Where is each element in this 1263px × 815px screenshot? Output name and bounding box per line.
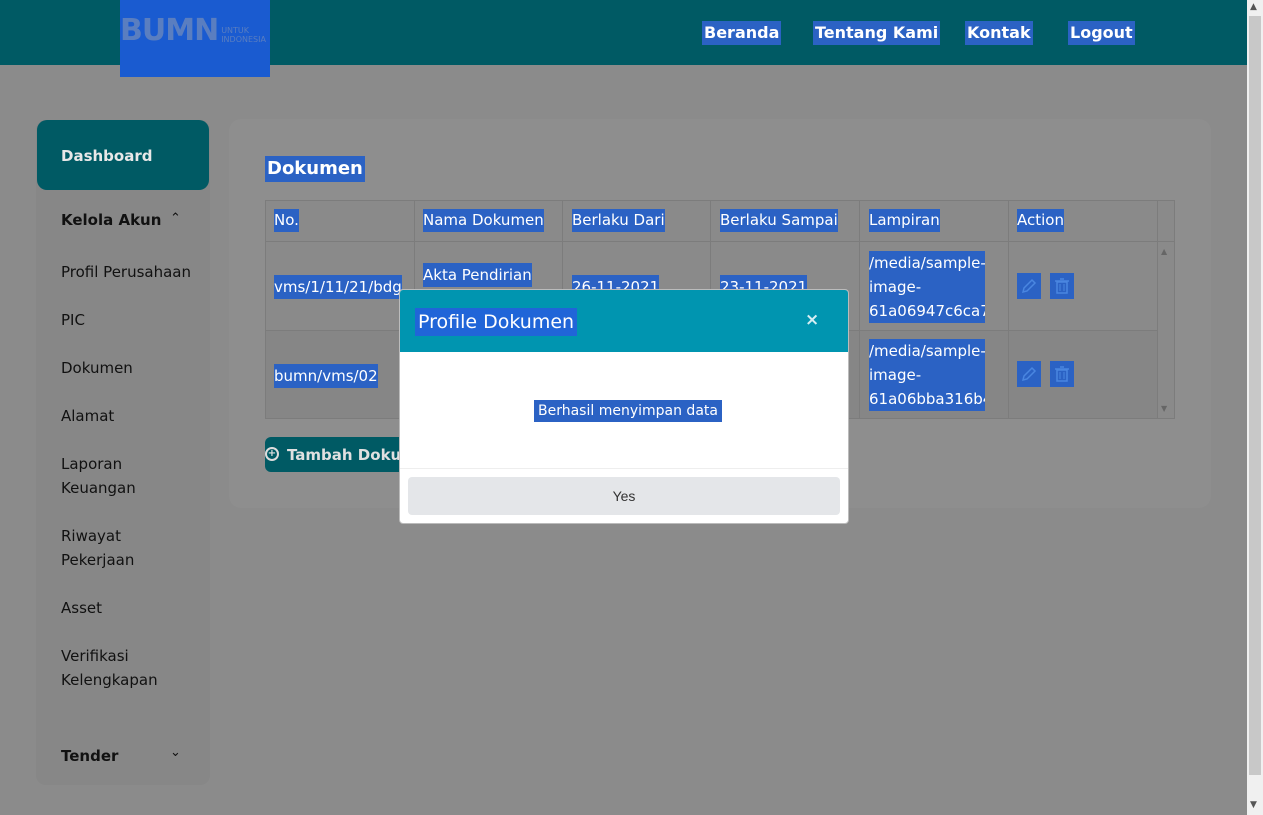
scroll-up-arrow-icon[interactable]: ▲	[1250, 2, 1257, 12]
row1-no: vms/1/11/21/bdg	[274, 275, 402, 299]
edit-icon[interactable]	[1017, 273, 1041, 299]
logo-subtext: UNTUK INDONESIA	[221, 26, 266, 44]
column-header-berlaku-dari: Berlaku Dari	[572, 209, 665, 232]
nav-beranda[interactable]: Beranda	[702, 21, 782, 45]
row1-lampiran-link[interactable]: /media/sample-image-61a06947c6ca70...	[869, 251, 985, 323]
table-scroll-down-icon[interactable]: ▼	[1161, 404, 1167, 413]
column-header-no: No.	[274, 209, 299, 232]
sidebar-item-riwayat-pekerjaan[interactable]: Riwayat Pekerjaan	[61, 524, 151, 572]
scrollbar-thumb[interactable]	[1249, 16, 1261, 775]
sidebar-item-dashboard[interactable]: Dashboard	[37, 120, 209, 190]
sidebar-item-profil-perusahaan[interactable]: Profil Perusahaan	[61, 260, 201, 284]
modal-message: Berhasil menyimpan data	[534, 400, 722, 422]
column-header-action: Action	[1017, 209, 1064, 232]
page-title: Dokumen	[265, 156, 365, 182]
edit-icon[interactable]	[1017, 361, 1041, 387]
bumn-logo[interactable]: BUMN UNTUK INDONESIA	[120, 0, 270, 77]
header-divider	[266, 241, 1174, 242]
success-modal: Profile Dokumen × Berhasil menyimpan dat…	[399, 289, 849, 524]
chevron-down-icon[interactable]: ⌄	[170, 745, 181, 760]
nav-kontak[interactable]: Kontak	[965, 21, 1033, 45]
column-header-nama-dokumen: Nama Dokumen	[423, 209, 544, 232]
logo-text: BUMN	[120, 13, 219, 48]
col-divider	[1157, 201, 1158, 418]
chevron-up-icon[interactable]: ⌃	[170, 211, 181, 226]
sidebar-item-verifikasi-kelengkapan[interactable]: Verifikasi Kelengkapan	[61, 644, 171, 692]
add-document-button[interactable]: + Tambah Dokumen	[265, 437, 405, 472]
sidebar-item-laporan-keuangan[interactable]: Laporan Keuangan	[61, 452, 151, 500]
modal-divider	[400, 468, 848, 469]
sidebar-item-asset[interactable]: Asset	[61, 596, 201, 620]
column-header-berlaku-sampai: Berlaku Sampai	[720, 209, 838, 232]
sidebar-group-tender[interactable]: Tender	[61, 747, 118, 765]
trash-icon[interactable]	[1050, 361, 1074, 387]
sidebar-group-kelola-akun[interactable]: Kelola Akun	[61, 211, 161, 229]
scroll-down-arrow-icon[interactable]: ▼	[1250, 800, 1257, 810]
row2-lampiran-link[interactable]: /media/sample-image-61a06bba316b4...	[869, 339, 985, 411]
row2-no: bumn/vms/02	[274, 364, 378, 388]
modal-title: Profile Dokumen	[415, 308, 578, 336]
add-document-label: Tambah Dokumen	[287, 446, 405, 464]
close-icon[interactable]: ×	[805, 310, 819, 330]
plus-circle-icon: +	[265, 447, 279, 461]
table-scroll-up-icon[interactable]: ▲	[1161, 247, 1167, 256]
yes-button[interactable]: Yes	[408, 477, 840, 515]
col-divider	[859, 201, 860, 418]
col-divider	[1008, 201, 1009, 418]
trash-icon[interactable]	[1050, 273, 1074, 299]
sidebar-item-alamat[interactable]: Alamat	[61, 404, 201, 428]
sidebar-item-dokumen[interactable]: Dokumen	[61, 356, 201, 380]
nav-logout[interactable]: Logout	[1068, 21, 1135, 45]
row1-nama: Akta Pendirian	[423, 263, 532, 287]
nav-tentang-kami[interactable]: Tentang Kami	[813, 21, 941, 45]
column-header-lampiran: Lampiran	[869, 209, 940, 232]
sidebar-item-pic[interactable]: PIC	[61, 308, 201, 332]
